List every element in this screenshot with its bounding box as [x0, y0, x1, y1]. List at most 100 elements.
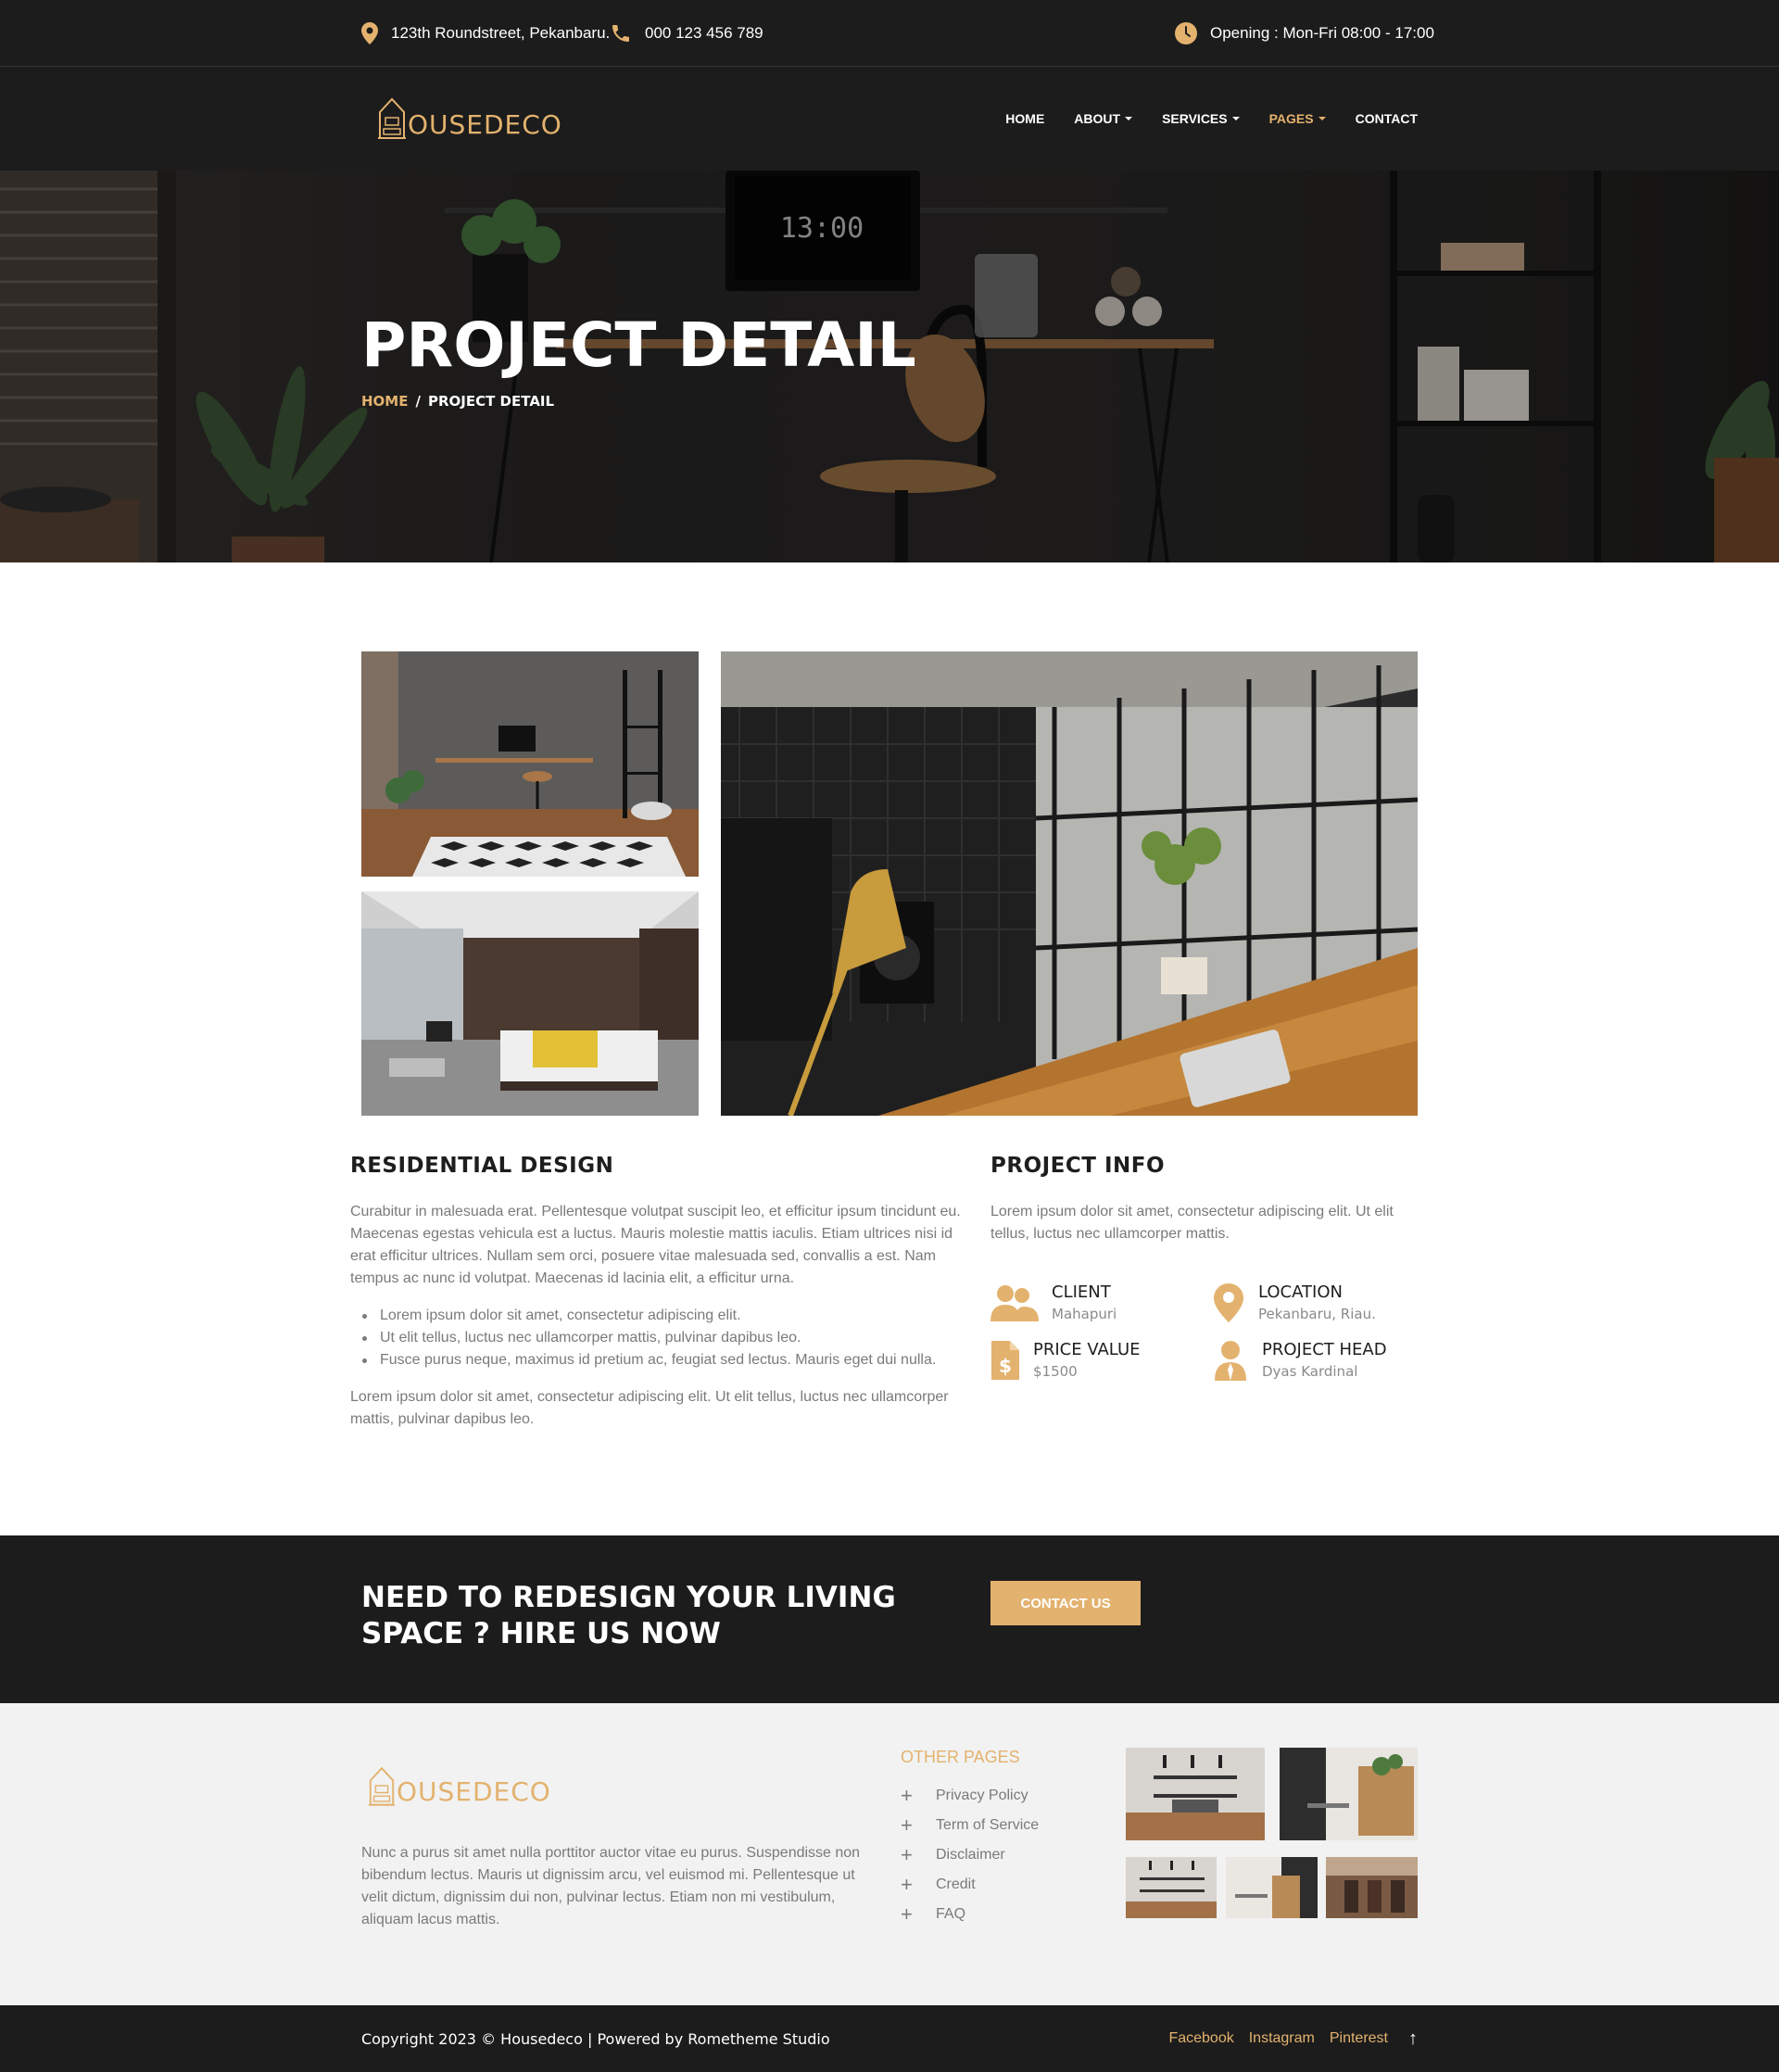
residential-design-heading: RESIDENTIAL DESIGN [350, 1154, 614, 1178]
other-pages-heading: OTHER PAGES [901, 1748, 1020, 1766]
study-room-photo [361, 651, 699, 877]
facebook-link[interactable]: Facebook [1168, 2030, 1233, 2047]
feature-list: Lorem ipsum dolor sit amet, consectetur … [350, 1305, 965, 1371]
address-info: 123th Roundstreet, Pekanbaru. [361, 0, 610, 67]
nav-about[interactable]: ABOUT [1074, 111, 1133, 126]
nav-contact-label: CONTACT [1355, 111, 1418, 126]
contact-us-button[interactable]: CONTACT US [990, 1581, 1141, 1625]
map-pin-icon [361, 22, 378, 44]
bottom-bar: Copyright 2023 © Housedeco | Powered by … [0, 2005, 1779, 2072]
svg-text:$: $ [999, 1355, 1012, 1377]
plus-icon: + [901, 1813, 913, 1837]
footer-link-privacy[interactable]: + Privacy Policy [901, 1781, 1039, 1811]
breadcrumb-separator: / [415, 393, 421, 410]
gallery-image-bedroom[interactable] [361, 891, 699, 1116]
footer-thumbnail[interactable] [1126, 1748, 1265, 1840]
nav-pages-label: PAGES [1268, 111, 1314, 126]
residential-paragraph-1: Curabitur in malesuada erat. Pellentesqu… [350, 1204, 961, 1286]
opening-info: Opening : Mon-Fri 08:00 - 17:00 [1175, 0, 1434, 67]
price-value: $1500 [1033, 1363, 1078, 1380]
list-item: Fusce purus neque, maximus id pretium ac… [350, 1349, 965, 1371]
call-to-action-section: NEED TO REDESIGN YOUR LIVING SPACE ? HIR… [0, 1535, 1779, 1703]
footer-link-label: Credit [936, 1876, 976, 1892]
page-title: PROJECT DETAIL [361, 310, 916, 381]
page-hero-banner: 13:00 PROJECT DETAIL HOME / PROJECT DETA… [0, 171, 1779, 562]
footer-link-disclaimer[interactable]: + Disclaimer [901, 1840, 1039, 1870]
footer-link-label: Term of Service [936, 1817, 1040, 1833]
footer-about-text: Nunc a purus sit amet nulla porttitor au… [361, 1845, 861, 1927]
instagram-link[interactable]: Instagram [1249, 2030, 1315, 2047]
info-client: CLIENT Mahapuri [990, 1282, 1117, 1323]
project-info-paragraph: Lorem ipsum dolor sit amet, consectetur … [990, 1204, 1394, 1242]
footer-thumbnail[interactable] [1226, 1857, 1318, 1918]
social-links: Facebook Instagram Pinterest ↑ [1168, 2005, 1418, 2072]
breadcrumb-home-link[interactable]: HOME [361, 393, 408, 410]
info-location: LOCATION Pekanbaru, Riau. [1212, 1282, 1376, 1323]
top-info-bar: 123th Roundstreet, Pekanbaru. 000 123 45… [0, 0, 1779, 67]
project-info-heading: PROJECT INFO [990, 1154, 1166, 1178]
footer-link-label: Privacy Policy [936, 1788, 1028, 1803]
gallery-image-studio[interactable] [721, 651, 1418, 1116]
footer-logo-text: OUSEDECO [397, 1776, 551, 1807]
client-value: Mahapuri [1052, 1306, 1117, 1322]
users-icon [990, 1282, 1039, 1323]
address-text: 123th Roundstreet, Pekanbaru. [391, 24, 611, 42]
caret-down-icon [1318, 117, 1326, 120]
site-logo[interactable]: OUSEDECO [376, 95, 562, 140]
house-logo-icon [368, 1766, 396, 1806]
clock-icon [1175, 22, 1197, 44]
caret-down-icon [1231, 117, 1240, 120]
plus-icon: + [901, 1843, 913, 1866]
main-header: OUSEDECO HOME ABOUT SERVICES PAGES CONTA… [0, 67, 1779, 171]
footer-thumbnail[interactable] [1326, 1857, 1418, 1918]
nav-about-label: ABOUT [1074, 111, 1121, 126]
price-tag-icon: $ [990, 1340, 1020, 1381]
location-pin-icon [1212, 1282, 1245, 1323]
logo-text: OUSEDECO [408, 109, 562, 140]
nav-pages[interactable]: PAGES [1269, 111, 1326, 126]
client-label: CLIENT [1052, 1282, 1111, 1302]
phone-icon [612, 25, 629, 42]
footer-link-terms[interactable]: + Term of Service [901, 1811, 1039, 1840]
list-item: Ut elit tellus, luctus nec ullamcorper m… [350, 1327, 965, 1349]
main-nav: HOME ABOUT SERVICES PAGES CONTACT [1005, 67, 1418, 171]
opening-text: Opening : Mon-Fri 08:00 - 17:00 [1210, 24, 1434, 42]
footer-thumbnail[interactable] [1280, 1748, 1418, 1840]
copyright-text: Copyright 2023 © Housedeco | Powered by … [361, 2029, 830, 2048]
footer-links: + Privacy Policy + Term of Service + Discla… [901, 1781, 1039, 1929]
plus-icon: + [901, 1902, 913, 1926]
pinterest-link[interactable]: Pinterest [1330, 2030, 1388, 2047]
info-price: $ PRICE VALUE $1500 [990, 1340, 1141, 1381]
project-head-value: Dyas Kardinal [1262, 1363, 1358, 1380]
phone-info: 000 123 456 789 [610, 0, 763, 67]
house-logo-icon [378, 97, 406, 139]
price-label: PRICE VALUE [1033, 1340, 1141, 1359]
info-project-head: PROJECT HEAD Dyas Kardinal [1212, 1340, 1387, 1381]
nav-home-label: HOME [1005, 111, 1045, 126]
nav-home[interactable]: HOME [1005, 111, 1044, 126]
footer-link-faq[interactable]: + FAQ [901, 1900, 1039, 1929]
residential-paragraph-2: Lorem ipsum dolor sit amet, consectetur … [350, 1389, 949, 1427]
footer-link-label: FAQ [936, 1906, 966, 1922]
bedroom-photo [361, 891, 699, 1116]
location-label: LOCATION [1258, 1282, 1343, 1302]
footer-link-label: Disclaimer [936, 1847, 1005, 1863]
nav-contact[interactable]: CONTACT [1356, 111, 1418, 126]
cta-heading: NEED TO REDESIGN YOUR LIVING SPACE ? HIR… [361, 1581, 896, 1650]
music-studio-photo [721, 651, 1418, 1116]
phone-text: 000 123 456 789 [645, 24, 763, 42]
breadcrumb: HOME / PROJECT DETAIL [361, 393, 554, 410]
project-head-label: PROJECT HEAD [1262, 1340, 1387, 1359]
nav-services-label: SERVICES [1162, 111, 1228, 126]
person-icon [1212, 1340, 1249, 1381]
footer-logo[interactable]: OUSEDECO [367, 1764, 551, 1807]
site-footer: OUSEDECO Nunc a purus sit amet nulla por… [0, 1703, 1779, 2005]
nav-services[interactable]: SERVICES [1162, 111, 1240, 126]
plus-icon: + [901, 1784, 913, 1807]
footer-thumbnail[interactable] [1126, 1857, 1217, 1918]
footer-link-credit[interactable]: + Credit [901, 1870, 1039, 1900]
breadcrumb-current: PROJECT DETAIL [427, 393, 555, 410]
location-value: Pekanbaru, Riau. [1258, 1306, 1376, 1322]
arrow-up-icon[interactable]: ↑ [1408, 2028, 1418, 2050]
gallery-image-study[interactable] [361, 651, 699, 877]
